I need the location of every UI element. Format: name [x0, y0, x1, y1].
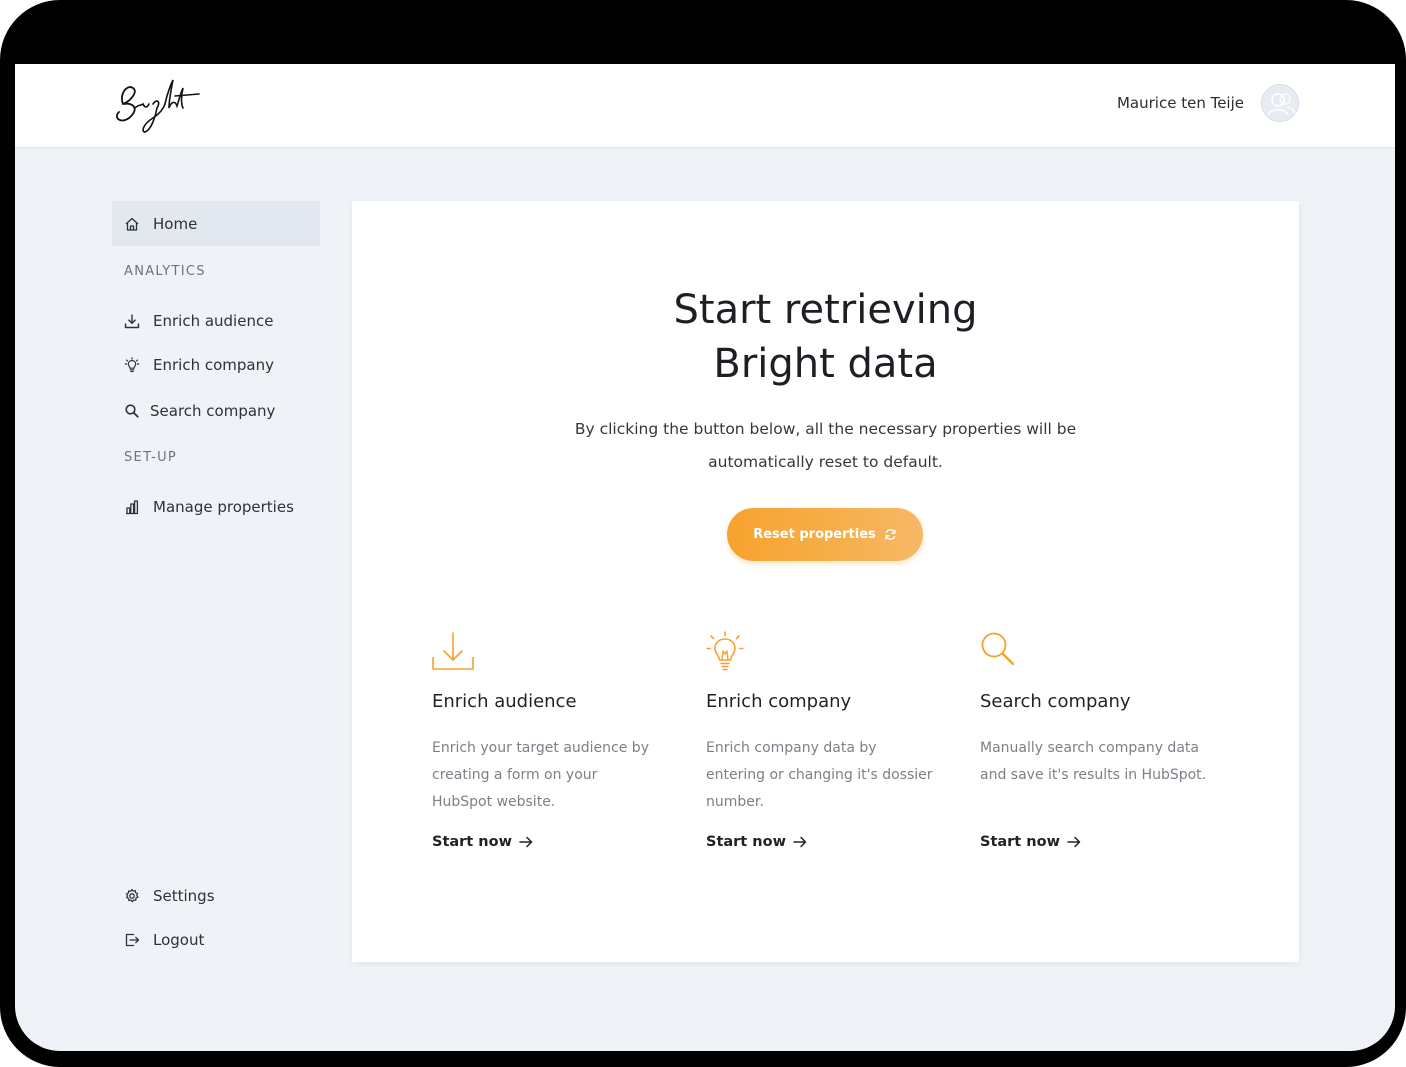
- link-label: Start now: [706, 834, 786, 850]
- feature-title: Enrich company: [706, 691, 852, 712]
- top-bar: Maurice ten Teije: [15, 64, 1395, 148]
- download-icon: [432, 632, 474, 670]
- sidebar-item-logout[interactable]: Logout: [112, 917, 320, 962]
- arrow-right-icon: [793, 836, 807, 848]
- download-icon: [124, 314, 140, 328]
- refresh-icon: [885, 529, 896, 540]
- feature-description: Manually search company data and save it…: [980, 735, 1220, 789]
- feature-title: Enrich audience: [432, 691, 577, 712]
- sidebar-item-label: Enrich company: [153, 355, 274, 374]
- reset-properties-button[interactable]: Reset properties: [727, 508, 923, 561]
- page-title: Start retrieving Bright data: [352, 283, 1299, 391]
- start-now-link[interactable]: Start now: [432, 834, 533, 850]
- main-card: Start retrieving Bright data By clicking…: [352, 201, 1299, 962]
- description-line: Enrich company data by: [706, 740, 877, 756]
- intro-line-2: automatically reset to default.: [708, 453, 943, 471]
- description-line: Manually search company data: [980, 740, 1199, 756]
- headline-line-1: Start retrieving: [673, 287, 978, 333]
- bar-chart-icon: [126, 499, 139, 514]
- feature-description: Enrich company data by entering or chang…: [706, 735, 946, 816]
- description-line: number.: [706, 794, 764, 810]
- sidebar-item-label: Home: [153, 214, 198, 233]
- lightbulb-icon: [706, 631, 744, 671]
- arrow-right-icon: [519, 836, 533, 848]
- user-avatar-icon: [1267, 93, 1296, 116]
- sidebar-item-settings[interactable]: Settings: [112, 873, 320, 918]
- lightbulb-icon: [124, 356, 140, 372]
- avatar[interactable]: [1261, 84, 1299, 122]
- device-frame: Maurice ten Teije Home ANALYTICS Enrich …: [0, 0, 1406, 1067]
- sidebar-item-enrich-audience[interactable]: Enrich audience: [112, 298, 320, 343]
- search-icon: [125, 403, 139, 418]
- search-icon: [981, 632, 1015, 666]
- sidebar-item-enrich-company[interactable]: Enrich company: [112, 342, 320, 387]
- intro-line-1: By clicking the button below, all the ne…: [574, 420, 1077, 438]
- description-line: HubSpot website.: [432, 794, 556, 810]
- sidebar-item-label: Logout: [153, 930, 205, 949]
- sidebar-item-search-company[interactable]: Search company: [112, 388, 320, 433]
- description-line: creating a form on your: [432, 767, 598, 783]
- sidebar-item-home[interactable]: Home: [112, 201, 320, 246]
- link-label: Start now: [980, 834, 1060, 850]
- section-label-analytics: ANALYTICS: [124, 264, 206, 279]
- sidebar-item-manage-properties[interactable]: Manage properties: [112, 484, 320, 529]
- user-name[interactable]: Maurice ten Teije: [1117, 94, 1244, 112]
- feature-title: Search company: [980, 691, 1131, 712]
- reset-button-label: Reset properties: [753, 527, 876, 542]
- headline-line-2: Bright data: [713, 341, 938, 387]
- description-line: entering or changing it's dossier: [706, 767, 933, 783]
- gear-icon: [125, 888, 139, 902]
- description-line: Enrich your target audience by: [432, 740, 649, 756]
- sidebar: Home ANALYTICS Enrich audience Enrich co…: [112, 201, 320, 1021]
- sidebar-item-label: Enrich audience: [153, 311, 274, 330]
- link-label: Start now: [432, 834, 512, 850]
- intro-text: By clicking the button below, all the ne…: [542, 413, 1109, 479]
- section-label-setup: SET-UP: [124, 450, 178, 465]
- feature-description: Enrich your target audience by creating …: [432, 735, 672, 816]
- sidebar-item-label: Search company: [150, 401, 276, 420]
- sidebar-item-label: Manage properties: [153, 497, 294, 516]
- logout-icon: [125, 933, 140, 946]
- arrow-right-icon: [1067, 836, 1081, 848]
- bright-logo[interactable]: [109, 74, 201, 136]
- sidebar-item-label: Settings: [153, 886, 215, 905]
- home-icon: [125, 217, 139, 231]
- start-now-link[interactable]: Start now: [980, 834, 1081, 850]
- description-line: and save it's results in HubSpot.: [980, 767, 1207, 783]
- start-now-link[interactable]: Start now: [706, 834, 807, 850]
- app-screen: Maurice ten Teije Home ANALYTICS Enrich …: [15, 64, 1395, 1051]
